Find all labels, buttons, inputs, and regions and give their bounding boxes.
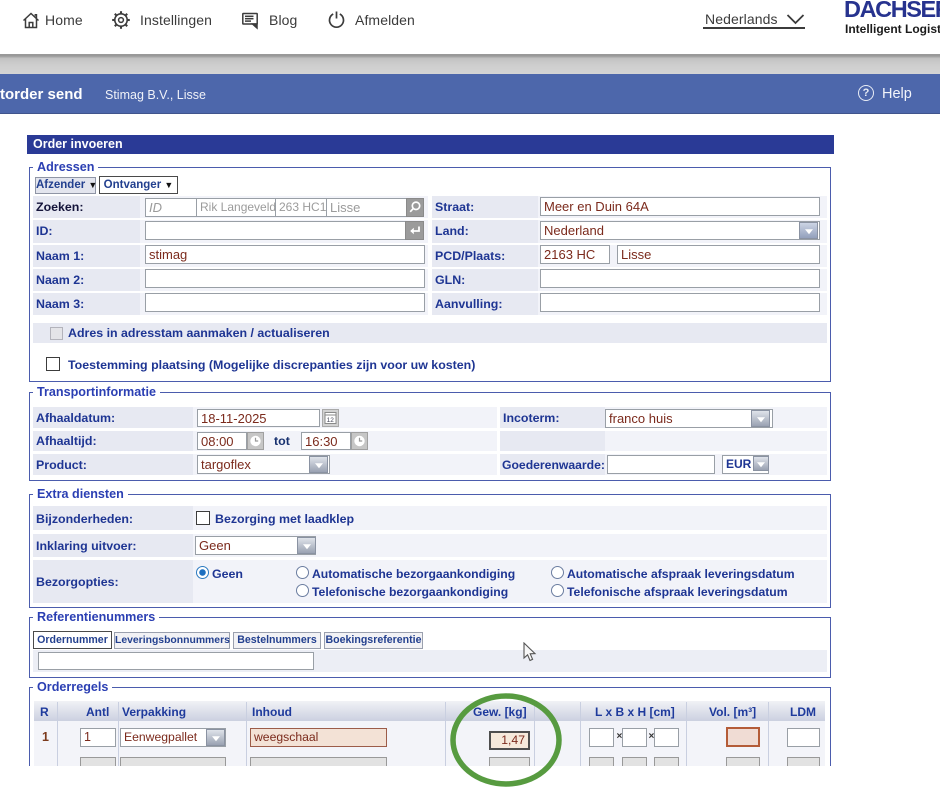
svg-text:12: 12 [327,417,335,424]
